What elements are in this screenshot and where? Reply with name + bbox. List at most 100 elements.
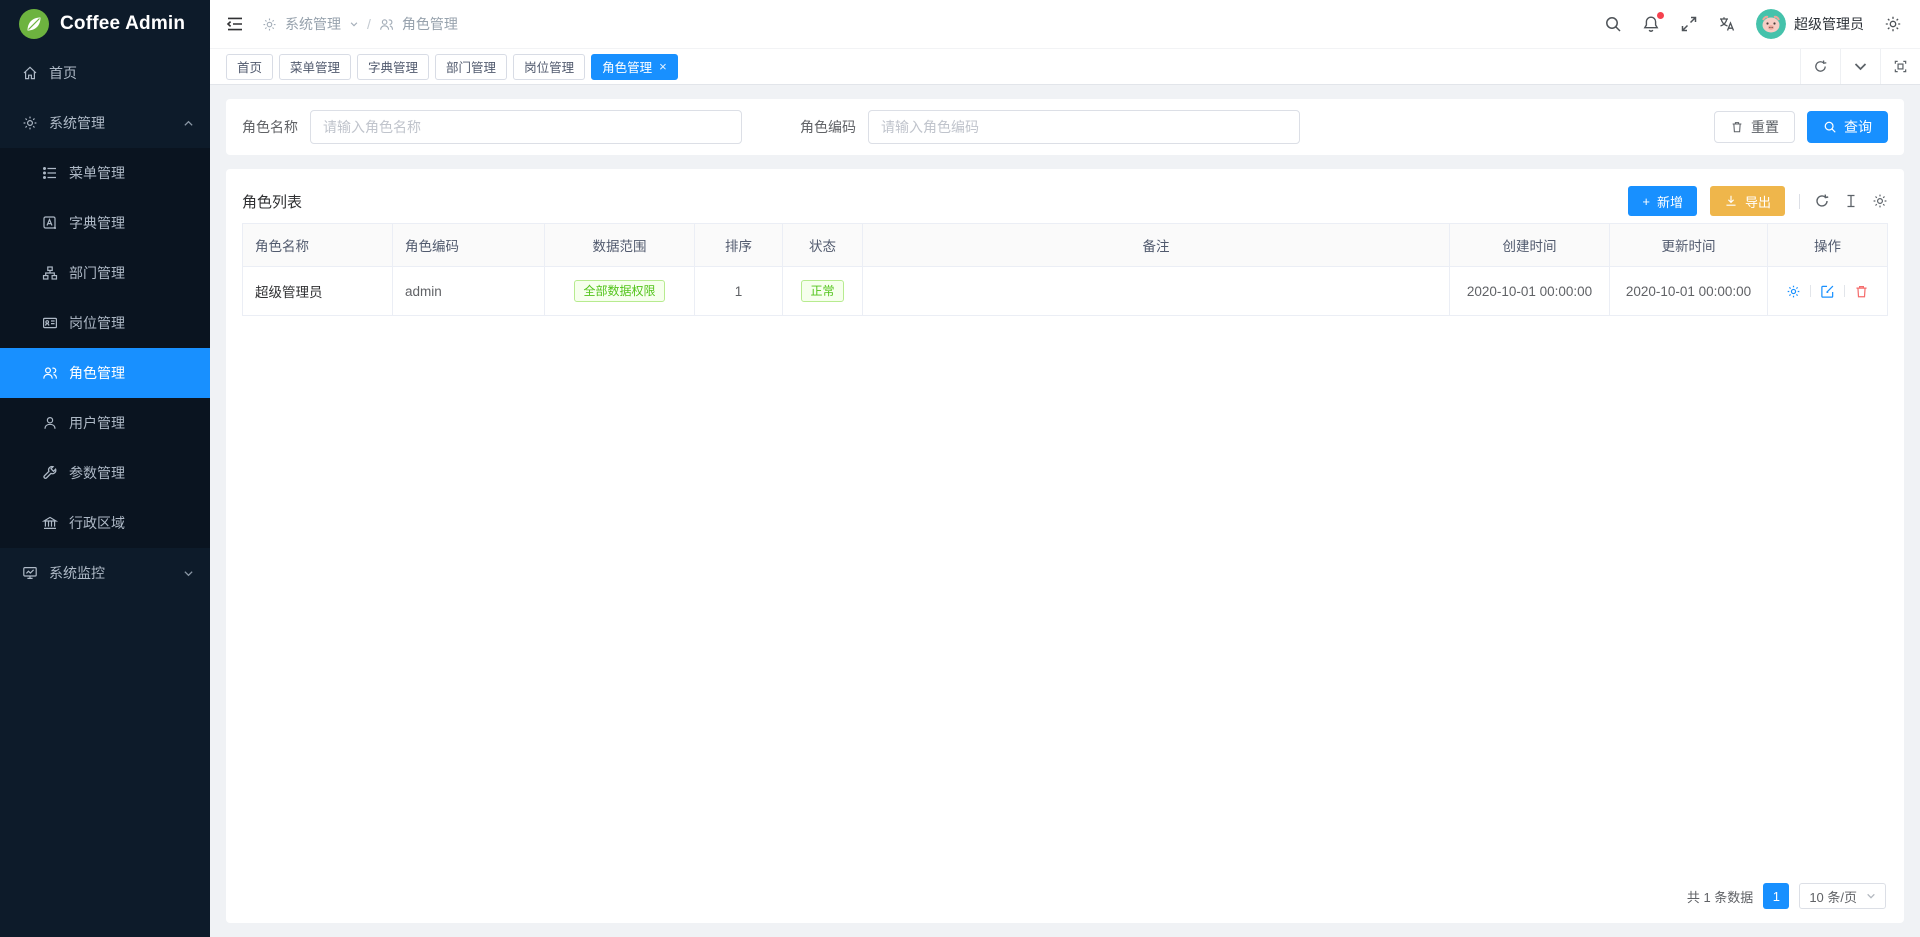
tab-label: 首页 [237,57,262,76]
settings-gear-icon[interactable] [1884,15,1902,33]
tab-dictionary-management[interactable]: 字典管理 [357,54,429,80]
pagination-total: 共 1 条数据 [1687,887,1753,906]
reset-button[interactable]: 重置 [1714,111,1795,143]
cell-status: 正常 [783,267,863,316]
topbar-actions: 超级管理员 [1604,9,1902,39]
data-scope-tag: 全部数据权限 [574,280,664,303]
sidebar-item-label: 行政区域 [69,513,125,533]
reset-label: 重置 [1751,117,1779,137]
column-header-status: 状态 [783,224,863,267]
user-menu[interactable]: 超级管理员 [1756,9,1864,39]
sidebar-item-parameter-management[interactable]: 参数管理 [0,448,210,498]
search-form: 角色名称 角色编码 重置 查询 [226,99,1904,155]
column-header-role-code: 角色编码 [393,224,545,267]
chevron-down-icon[interactable] [1840,49,1880,84]
close-icon[interactable]: × [659,60,667,73]
export-label: 导出 [1745,192,1771,211]
row-permission-gear-icon[interactable] [1786,284,1801,299]
search-icon [1823,120,1837,134]
role-code-field: 角色编码 [800,110,1300,144]
add-button[interactable]: + 新增 [1628,186,1697,216]
role-code-input[interactable] [868,110,1300,144]
list-title: 角色列表 [242,191,302,212]
row-edit-icon[interactable] [1820,284,1835,299]
app-logo[interactable]: Coffee Admin [0,0,210,48]
row-height-icon[interactable] [1843,193,1859,209]
gear-icon [262,17,277,32]
cell-data-scope: 全部数据权限 [545,267,695,316]
tab-department-management[interactable]: 部门管理 [435,54,507,80]
sidebar-item-menu-management[interactable]: 菜单管理 [0,148,210,198]
sidebar-item-label: 岗位管理 [69,313,125,333]
page-number-button[interactable]: 1 [1763,883,1789,909]
tab-home[interactable]: 首页 [226,54,273,80]
sidebar-item-post-management[interactable]: 岗位管理 [0,298,210,348]
role-list-card: 角色列表 + 新增 导出 [226,169,1904,923]
list-header: 角色列表 + 新增 导出 [242,179,1888,223]
maximize-icon[interactable] [1880,49,1920,84]
tab-label: 岗位管理 [524,57,574,76]
refresh-icon[interactable] [1800,49,1840,84]
column-header-data-scope: 数据范围 [545,224,695,267]
page-size-select[interactable]: 10 条/页 [1799,883,1886,909]
notification-bell-icon[interactable] [1642,15,1660,33]
cell-sort: 1 [695,267,783,316]
column-settings-gear-icon[interactable] [1872,193,1888,209]
table-row: 超级管理员 admin 全部数据权限 1 正常 2020-10-01 00:00… [243,267,1888,316]
role-code-label: 角色编码 [800,117,856,137]
topbar: 系统管理 / 角色管理 超级管理员 [210,0,1920,48]
sidebar-item-label: 角色管理 [69,363,125,383]
column-header-sort: 排序 [695,224,783,267]
cell-remark [863,267,1450,316]
sidebar-item-label: 菜单管理 [69,163,125,183]
cell-created-time: 2020-10-01 00:00:00 [1450,267,1610,316]
column-header-remark: 备注 [863,224,1450,267]
fullscreen-icon[interactable] [1680,15,1698,33]
table-header-row: 角色名称 角色编码 数据范围 排序 状态 备注 创建时间 更新时间 操作 [243,224,1888,267]
column-header-updated-time: 更新时间 [1610,224,1768,267]
sidebar-fold-icon[interactable] [226,15,244,33]
chevron-up-icon [183,118,194,129]
avatar [1756,9,1786,39]
wrench-icon [42,465,58,481]
home-icon [22,65,38,81]
main-area: 系统管理 / 角色管理 超级管理员 首页 菜单管理 字典管理 部门 [210,0,1920,937]
tab-label: 字典管理 [368,57,418,76]
pagination: 共 1 条数据 1 10 条/页 [242,877,1888,913]
column-header-actions: 操作 [1768,224,1888,267]
translate-icon[interactable] [1718,15,1736,33]
breadcrumb-root[interactable]: 系统管理 [285,14,341,34]
search-icon[interactable] [1604,15,1622,33]
sidebar-item-dictionary-management[interactable]: 字典管理 [0,198,210,248]
page-content: 角色名称 角色编码 重置 查询 角色列表 [210,85,1920,937]
action-divider [1810,285,1811,297]
breadcrumb-current: 角色管理 [402,14,458,34]
search-actions: 重置 查询 [1714,111,1888,143]
sidebar-item-label: 部门管理 [69,263,125,283]
row-delete-icon[interactable] [1854,284,1869,299]
username: 超级管理员 [1794,14,1864,34]
tab-menu-management[interactable]: 菜单管理 [279,54,351,80]
role-name-field: 角色名称 [242,110,742,144]
role-name-label: 角色名称 [242,117,298,137]
sidebar-item-system-monitor[interactable]: 系统监控 [0,548,210,598]
sidebar-item-administrative-region[interactable]: 行政区域 [0,498,210,548]
refresh-icon[interactable] [1814,193,1830,209]
chevron-down-icon [183,568,194,579]
query-button[interactable]: 查询 [1807,111,1888,143]
download-icon [1724,194,1738,208]
sidebar-item-role-management[interactable]: 角色管理 [0,348,210,398]
sidebar-item-label: 系统监控 [49,563,105,583]
sidebar-item-system-management[interactable]: 系统管理 [0,98,210,148]
export-button[interactable]: 导出 [1710,186,1785,216]
org-tree-icon [42,265,58,281]
tab-post-management[interactable]: 岗位管理 [513,54,585,80]
roles-icon [42,365,58,381]
page-size-value: 10 条/页 [1809,887,1857,906]
sidebar-item-user-management[interactable]: 用户管理 [0,398,210,448]
sidebar-item-home[interactable]: 首页 [0,48,210,98]
dictionary-icon [42,215,58,231]
role-name-input[interactable] [310,110,742,144]
tab-role-management[interactable]: 角色管理× [591,54,678,80]
sidebar-item-department-management[interactable]: 部门管理 [0,248,210,298]
